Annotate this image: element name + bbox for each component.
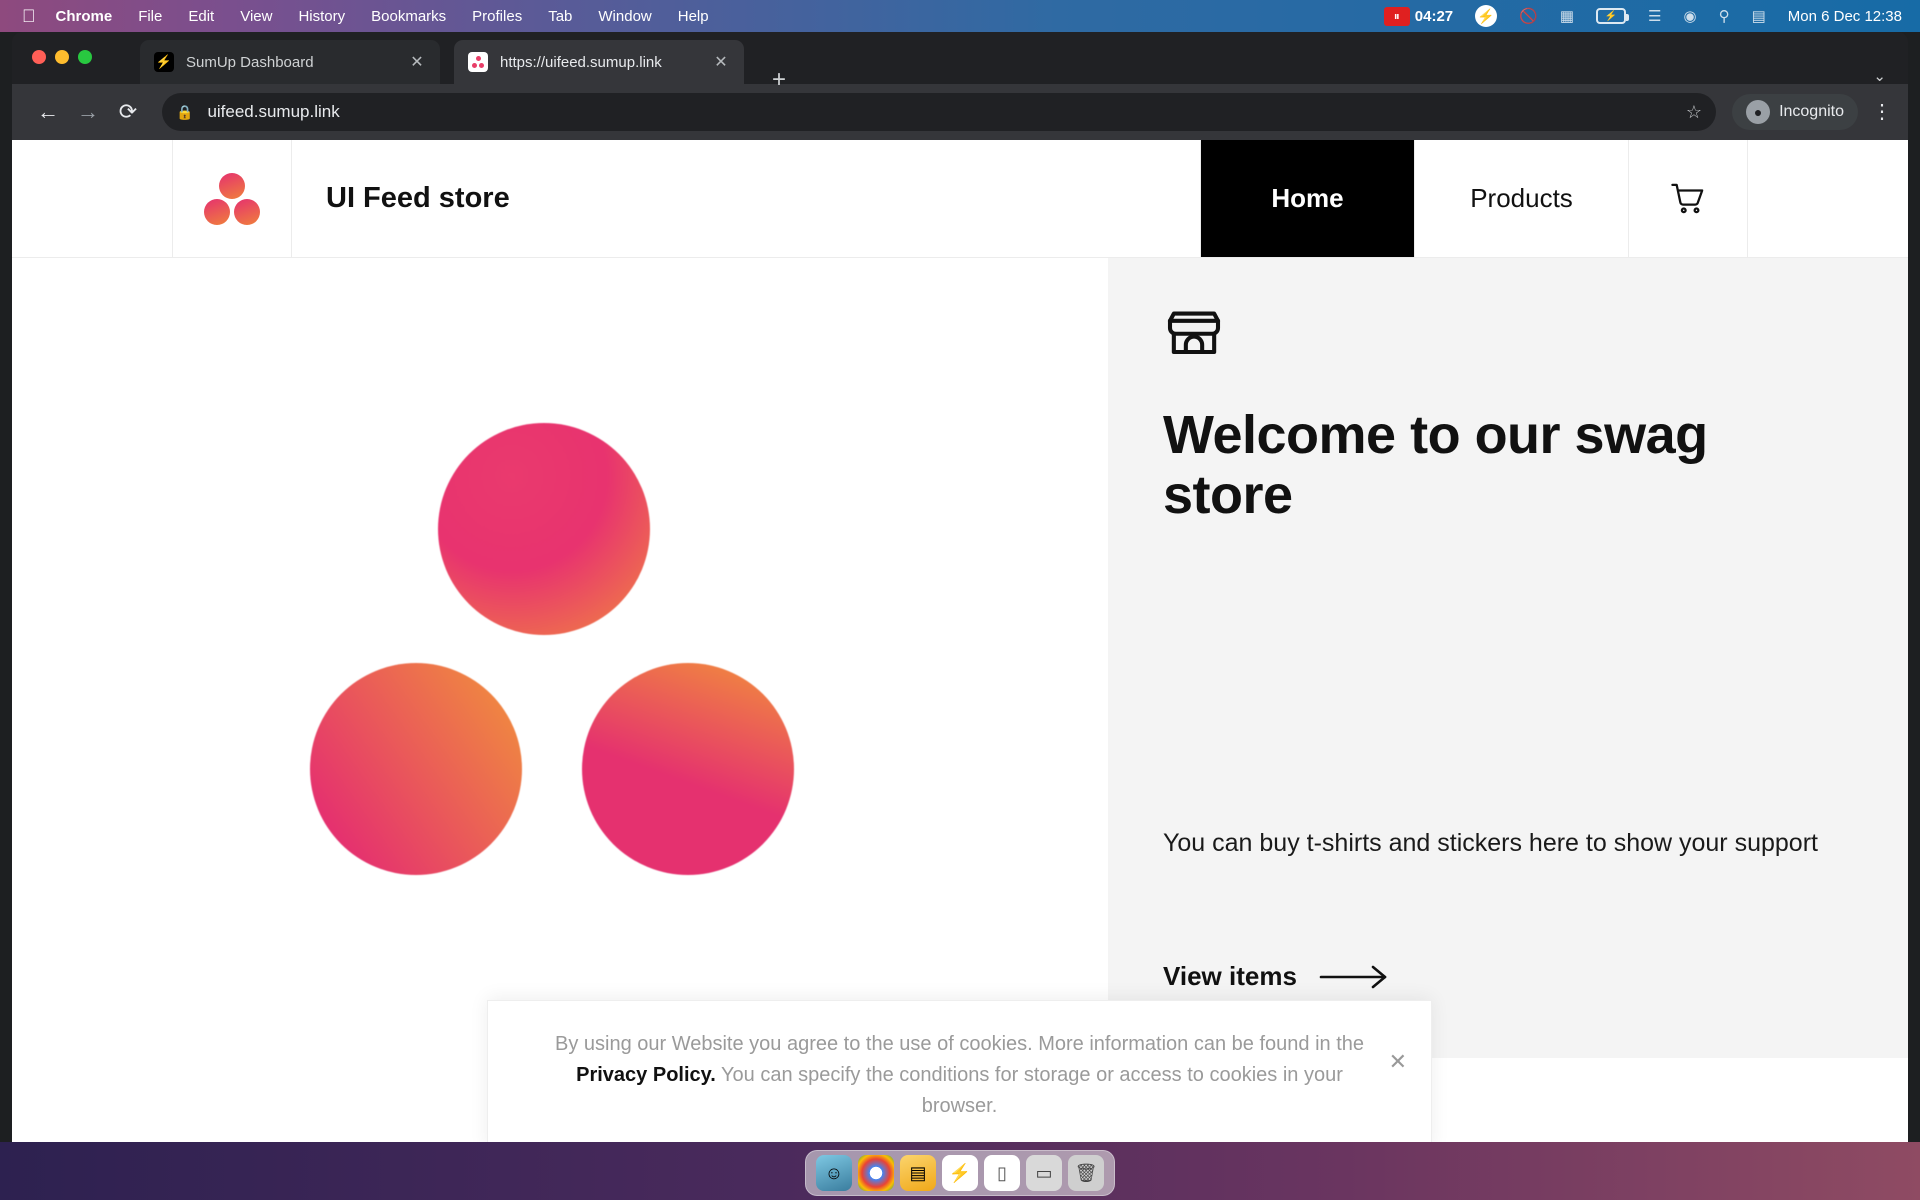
url-text: uifeed.sumup.link: [207, 102, 340, 121]
privacy-policy-link[interactable]: Privacy Policy.: [576, 1064, 716, 1086]
close-tab-icon[interactable]: ✕: [712, 52, 730, 72]
tab-title: SumUp Dashboard: [186, 53, 314, 71]
screen-recording-icon: ⏸: [1383, 6, 1410, 26]
menu-bar-clock[interactable]: Mon 6 Dec 12:38: [1788, 8, 1902, 25]
nav-item-home[interactable]: Home: [1200, 140, 1414, 257]
apple-menu-icon[interactable]: : [22, 7, 36, 25]
tab-uifeed-store[interactable]: https://uifeed.sumup.link ✕: [454, 40, 744, 84]
thunderbolt-icon[interactable]: ⚡: [942, 1155, 978, 1191]
wifi-icon[interactable]: ☰: [1648, 7, 1661, 25]
page-title: Welcome to our swag store: [1163, 405, 1708, 526]
uifeed-store-favicon: [468, 52, 488, 72]
brand-name: UI Feed store: [326, 182, 510, 214]
menu-item-history[interactable]: History: [298, 8, 345, 25]
files-icon[interactable]: ▤: [900, 1155, 936, 1191]
view-items-label: View items: [1163, 961, 1297, 992]
bookmark-star-icon[interactable]: ☆: [1686, 102, 1702, 123]
user-account-icon[interactable]: ◉: [1683, 7, 1696, 25]
maximize-window-button[interactable]: [78, 50, 92, 64]
storefront-icon: [1167, 311, 1221, 355]
chrome-icon[interactable]: [858, 1155, 894, 1191]
window-controls: [32, 50, 92, 64]
chrome-window: ⚡ SumUp Dashboard ✕ https://uifeed.sumup…: [12, 32, 1908, 1142]
terminal-icon[interactable]: ▭: [1026, 1155, 1062, 1191]
new-tab-button[interactable]: +: [772, 68, 786, 92]
nav-item-products[interactable]: Products: [1414, 140, 1628, 257]
trash-icon[interactable]: 🗑: [1068, 1155, 1104, 1191]
minimize-window-button[interactable]: [55, 50, 69, 64]
menu-item-chrome[interactable]: Chrome: [56, 8, 113, 25]
macos-dock: ☺ ▤ ⚡ ▯ ▭ 🗑: [805, 1150, 1115, 1196]
tab-strip: ⚡ SumUp Dashboard ✕ https://uifeed.sumup…: [12, 32, 1908, 92]
menu-bar-status-area: ⏸ 04:27 ⚡ 🚫 ▦ ⚡ ☰ ◉ ⚲ ▤ Mon 6 Dec 12:38: [1383, 5, 1920, 27]
close-icon[interactable]: ✕: [1389, 1049, 1407, 1075]
notes-icon[interactable]: ▯: [984, 1155, 1020, 1191]
cookie-text-after: You can specify the conditions for stora…: [715, 1064, 1343, 1117]
menu-item-file[interactable]: File: [138, 8, 162, 25]
cart-button[interactable]: [1628, 140, 1748, 257]
control-center-toggle-icon[interactable]: ▤: [1752, 7, 1766, 25]
recording-timer: 04:27: [1414, 7, 1454, 25]
lock-icon: 🔒: [176, 103, 194, 120]
brand-area: UI Feed store: [292, 140, 510, 257]
finder-icon[interactable]: ☺: [816, 1155, 852, 1191]
menu-item-tab[interactable]: Tab: [548, 8, 572, 25]
view-items-link[interactable]: View items: [1163, 961, 1848, 992]
control-center-icon[interactable]: ▦: [1560, 7, 1574, 25]
sumup-logo-icon: [204, 173, 260, 225]
tab-title: https://uifeed.sumup.link: [500, 53, 662, 71]
site-nav: Home Products: [1200, 140, 1628, 257]
incognito-indicator[interactable]: ● Incognito: [1732, 94, 1858, 130]
menu-item-bookmarks[interactable]: Bookmarks: [371, 8, 446, 25]
menu-item-profiles[interactable]: Profiles: [472, 8, 522, 25]
sumup-favicon: ⚡: [154, 52, 174, 72]
site-logo[interactable]: [172, 140, 292, 258]
hero-illustration: [12, 258, 1108, 1058]
browser-toolbar: ← → ⟳ 🔒 uifeed.sumup.link ☆ ● Incognito …: [12, 84, 1908, 140]
close-window-button[interactable]: [32, 50, 46, 64]
menu-item-edit[interactable]: Edit: [188, 8, 214, 25]
hero-subtitle: You can buy t-shirts and stickers here t…: [1163, 828, 1818, 857]
incognito-label: Incognito: [1779, 103, 1844, 120]
back-button[interactable]: ←: [28, 92, 68, 132]
shopping-cart-icon: [1671, 183, 1704, 213]
macos-menu-bar:  Chrome File Edit View History Bookmark…: [0, 0, 1920, 32]
close-tab-icon[interactable]: ✕: [408, 52, 426, 72]
site-header: UI Feed store Home Products: [12, 140, 1908, 258]
menu-item-window[interactable]: Window: [598, 8, 651, 25]
do-not-disturb-icon[interactable]: 🚫: [1519, 7, 1538, 25]
battery-bolt-glyph: ⚡: [1604, 10, 1618, 22]
tab-sumup-dashboard[interactable]: ⚡ SumUp Dashboard ✕: [140, 40, 440, 84]
screen-recording-indicator[interactable]: ⏸ 04:27: [1383, 6, 1454, 26]
sumup-logo-large-icon: [310, 423, 810, 893]
reload-button[interactable]: ⟳: [108, 92, 148, 132]
web-page: UI Feed store Home Products Welcome to o…: [12, 140, 1908, 1142]
forward-button[interactable]: →: [68, 92, 108, 132]
bolt-icon[interactable]: ⚡: [1475, 5, 1498, 27]
menu-item-view[interactable]: View: [240, 8, 272, 25]
cookie-text-before: By using our Website you agree to the us…: [555, 1033, 1364, 1055]
menu-item-help[interactable]: Help: [678, 8, 709, 25]
incognito-avatar-icon: ●: [1746, 100, 1771, 124]
arrow-right-icon: [1319, 964, 1389, 990]
chevron-down-icon[interactable]: ⌄: [1873, 67, 1886, 85]
hero-section: Welcome to our swag store You can buy t-…: [12, 258, 1908, 1058]
cookie-consent-banner: By using our Website you agree to the us…: [487, 1000, 1432, 1150]
address-bar[interactable]: 🔒 uifeed.sumup.link ☆: [162, 93, 1717, 131]
search-icon[interactable]: ⚲: [1719, 7, 1730, 25]
chrome-menu-button[interactable]: ⋮: [1872, 102, 1892, 122]
battery-charging-icon[interactable]: ⚡: [1596, 8, 1630, 24]
hero-content: Welcome to our swag store You can buy t-…: [1108, 258, 1908, 1058]
cookie-banner-text: By using our Website you agree to the us…: [542, 1029, 1377, 1122]
